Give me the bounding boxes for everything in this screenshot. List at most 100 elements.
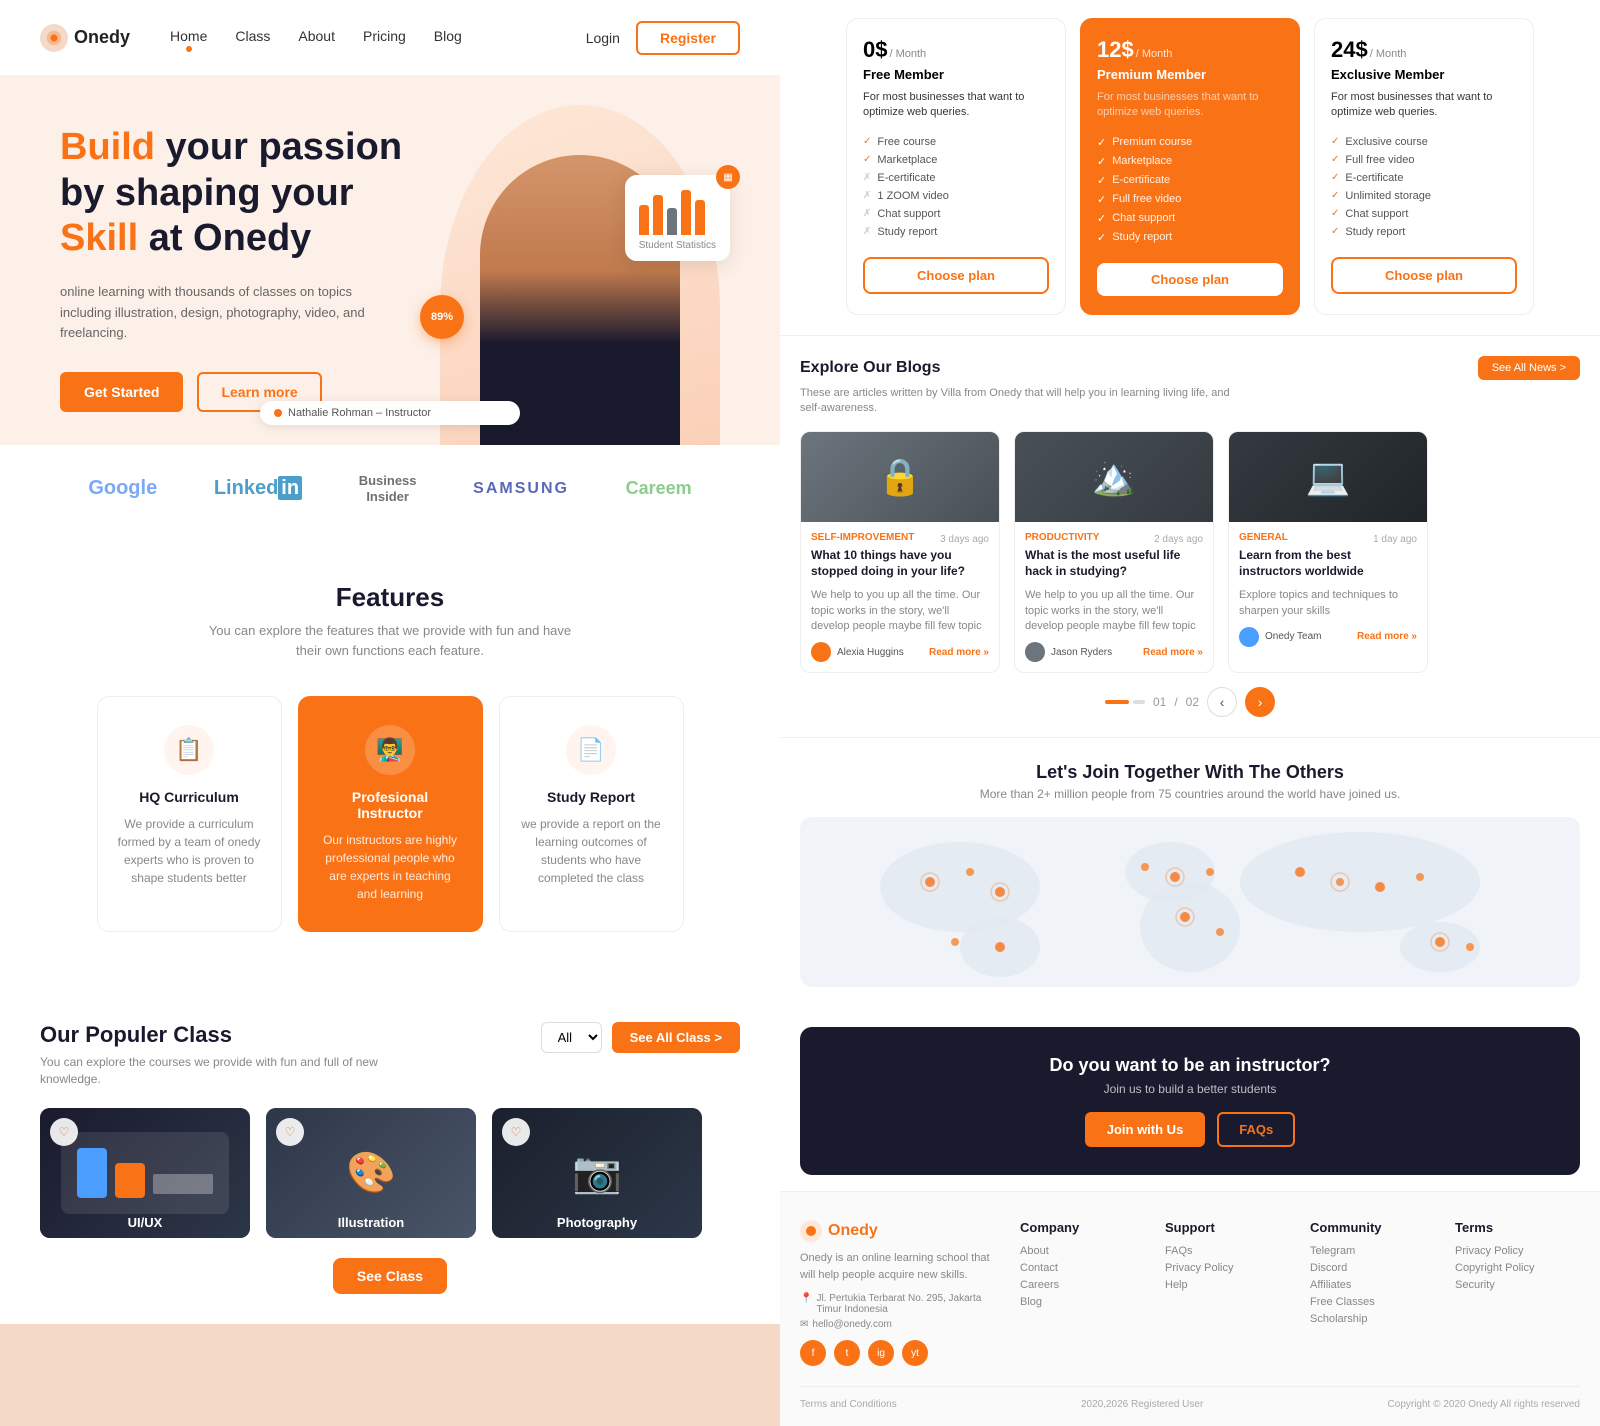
feature-instructor-desc: Our instructors are highly professional … (319, 831, 462, 903)
blog-card-3: 💻 General 1 day ago Learn from the best … (1228, 431, 1428, 674)
read-more-1[interactable]: Read more » (929, 647, 989, 658)
see-all-classes-button[interactable]: See All Class > (612, 1022, 740, 1053)
footer-privacy-policy-link[interactable]: Privacy Policy (1455, 1245, 1580, 1257)
classes-desc: You can explore the courses we provide w… (40, 1054, 420, 1088)
features-section: Features You can explore the features th… (0, 532, 780, 982)
see-all-blogs-button[interactable]: See All News > (1478, 356, 1580, 380)
cta-faq-button[interactable]: FAQs (1217, 1112, 1295, 1147)
nav-home[interactable]: Home (170, 28, 207, 48)
blog-excerpt-1: We help to you up all the time. Our topi… (811, 588, 989, 634)
period-premium: / Month (1136, 48, 1173, 60)
hero-content: Build your passion by shaping your Skill… (60, 125, 440, 412)
bar-4 (681, 190, 691, 235)
page-prev-button[interactable]: ‹ (1207, 687, 1237, 717)
feature-hq-desc: We provide a curriculum formed by a team… (118, 815, 261, 887)
footer-address: 📍Jl. Pertukia Terbarat No. 295, Jakarta … (800, 1293, 1000, 1315)
blog-img-3: 💻 (1229, 432, 1427, 522)
author-avatar-3 (1239, 627, 1259, 647)
nav-blog[interactable]: Blog (434, 28, 462, 48)
page-dot-1 (1105, 700, 1129, 704)
features-grid: 📋 HQ Curriculum We provide a curriculum … (40, 696, 740, 932)
author-avatar-1 (811, 642, 831, 662)
social-facebook[interactable]: f (800, 1340, 826, 1366)
plan-name-free: Free Member (863, 67, 1049, 82)
blog-time-2: 2 days ago (1154, 534, 1203, 545)
hero-section: Build your passion by shaping your Skill… (0, 75, 780, 445)
register-button[interactable]: Register (636, 21, 740, 55)
class-card-photography: ♡ 📷 Photography (492, 1108, 702, 1238)
footer-privacy-link[interactable]: Privacy Policy (1165, 1262, 1290, 1274)
footer-about-link[interactable]: About (1020, 1245, 1145, 1257)
see-class-button[interactable]: See Class (333, 1258, 447, 1294)
classes-header: Our Populer Class You can explore the co… (40, 1022, 740, 1088)
nav-class[interactable]: Class (235, 28, 270, 48)
stats-icon: ▦ (716, 165, 740, 189)
footer-telegram-link[interactable]: Telegram (1310, 1245, 1435, 1257)
nav-about[interactable]: About (298, 28, 335, 48)
choose-plan-premium[interactable]: Choose plan (1097, 263, 1283, 296)
class-heart-photography[interactable]: ♡ (502, 1118, 530, 1146)
logo[interactable]: Onedy (40, 24, 130, 52)
class-heart-uiux[interactable]: ♡ (50, 1118, 78, 1146)
plan-features-exclusive: ✓Exclusive course ✓Full free video ✓E-ce… (1331, 133, 1517, 241)
page-next-button[interactable]: › (1245, 687, 1275, 717)
nav-pricing[interactable]: Pricing (363, 28, 406, 48)
nav-links: Home Class About Pricing Blog (170, 28, 586, 48)
footer-help-link[interactable]: Help (1165, 1279, 1290, 1291)
footer-community: Community Telegram Discord Affiliates Fr… (1310, 1220, 1435, 1366)
footer-discord-link[interactable]: Discord (1310, 1262, 1435, 1274)
get-started-button[interactable]: Get Started (60, 372, 183, 412)
footer-free-classes-link[interactable]: Free Classes (1310, 1296, 1435, 1308)
blog-author-2: Jason Ryders (1025, 642, 1112, 662)
choose-plan-free[interactable]: Choose plan (863, 257, 1049, 294)
class-filter-select[interactable]: All (541, 1022, 602, 1053)
social-twitter[interactable]: t (834, 1340, 860, 1366)
blog-body-2: Productivity 2 days ago What is the most… (1015, 522, 1213, 673)
feature-report: 📄 Study Report we provide a report on th… (499, 696, 684, 932)
footer-affiliates-link[interactable]: Affiliates (1310, 1279, 1435, 1291)
footer-grid: Onedy Onedy is an online learning school… (800, 1220, 1580, 1366)
pricing-section: 0$ / Month Free Member For most business… (780, 0, 1600, 335)
class-card-illustration: ♡ 🎨 Illustration (266, 1108, 476, 1238)
blogs-desc: These are articles written by Villa from… (800, 386, 1240, 417)
social-youtube[interactable]: yt (902, 1340, 928, 1366)
footer-community-title: Community (1310, 1220, 1435, 1235)
footer-logo: Onedy (800, 1220, 1000, 1242)
footer-faqs-link[interactable]: FAQs (1165, 1245, 1290, 1257)
blog-excerpt-3: Explore topics and techniques to sharpen… (1239, 588, 1417, 619)
footer: Onedy Onedy is an online learning school… (780, 1191, 1600, 1426)
price-free: 0$ (863, 37, 887, 63)
read-more-3[interactable]: Read more » (1357, 631, 1417, 642)
choose-plan-exclusive[interactable]: Choose plan (1331, 257, 1517, 294)
footer-blog-link[interactable]: Blog (1020, 1296, 1145, 1308)
read-more-2[interactable]: Read more » (1143, 647, 1203, 658)
period-exclusive: / Month (1370, 48, 1407, 60)
footer-scholarship-link[interactable]: Scholarship (1310, 1313, 1435, 1325)
blog-excerpt-2: We help to you up all the time. Our topi… (1025, 588, 1203, 634)
blog-time-3: 1 day ago (1373, 534, 1417, 545)
pricing-free: 0$ / Month Free Member For most business… (846, 18, 1066, 315)
footer-support: Support FAQs Privacy Policy Help (1165, 1220, 1290, 1366)
bar-3 (667, 208, 677, 236)
blogs-header: Explore Our Blogs See All News > (800, 356, 1580, 380)
class-label-photography: Photography (492, 1215, 702, 1230)
footer-security-link[interactable]: Security (1455, 1279, 1580, 1291)
footer-careers-link[interactable]: Careers (1020, 1279, 1145, 1291)
footer-copyright-link[interactable]: Copyright Policy (1455, 1262, 1580, 1274)
page-total: 02 (1186, 695, 1199, 709)
class-heart-illustration[interactable]: ♡ (276, 1118, 304, 1146)
footer-contact-link[interactable]: Contact (1020, 1262, 1145, 1274)
social-instagram[interactable]: ig (868, 1340, 894, 1366)
features-desc: You can explore the features that we pro… (200, 621, 580, 660)
footer-terms-label: Terms and Conditions (800, 1399, 897, 1410)
instructor-cta: Do you want to be an instructor? Join us… (800, 1027, 1580, 1175)
footer-bottom: Terms and Conditions 2020,2026 Registere… (800, 1386, 1580, 1410)
stats-card: Student Statistics ▦ (625, 175, 730, 261)
blog-footer-1: Alexia Huggins Read more » (811, 642, 989, 662)
login-button[interactable]: Login (586, 30, 620, 46)
plan-desc-premium: For most businesses that want to optimiz… (1097, 90, 1283, 121)
cta-join-button[interactable]: Join with Us (1085, 1112, 1206, 1147)
feature-hq-name: HQ Curriculum (118, 789, 261, 805)
partners-section: Google Linkedin BusinessInsider SAMSUNG … (0, 445, 780, 532)
see-class-area: See Class (40, 1238, 740, 1304)
